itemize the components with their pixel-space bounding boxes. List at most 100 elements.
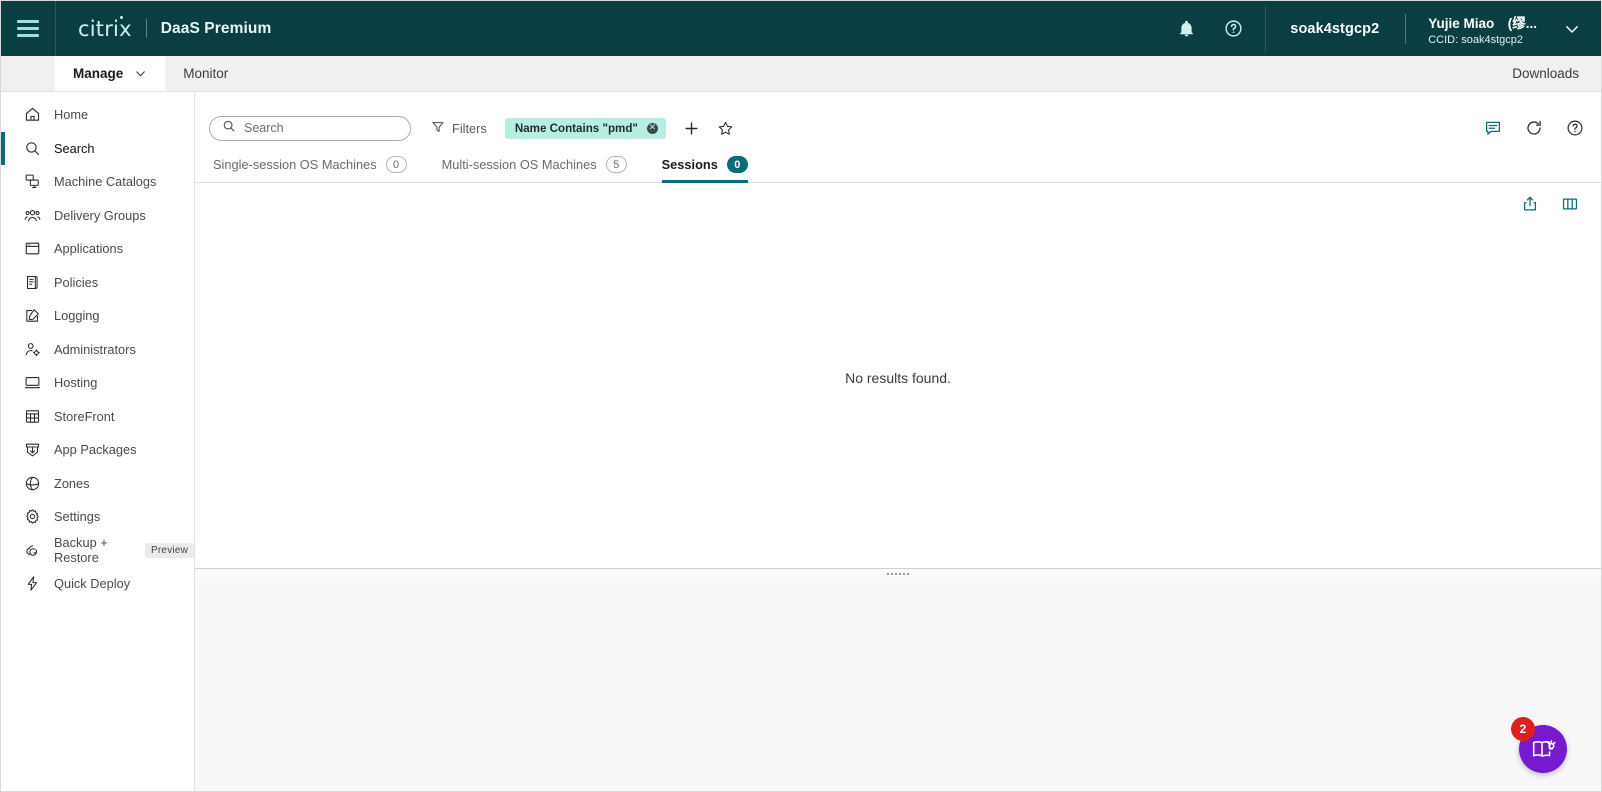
app-packages-icon [23, 441, 41, 459]
main-content: Filters Name Contains "pmd" ✕ [195, 92, 1601, 791]
quick-deploy-bolt-icon [23, 575, 41, 593]
home-icon [23, 106, 41, 124]
brand-divider [145, 19, 147, 38]
policies-icon [23, 273, 41, 291]
zones-icon [23, 474, 41, 492]
nav-tab-manage-label: Manage [73, 66, 124, 81]
citrix-daas-app: citrix DaaS Premium soak4stgcp2 Yujie Mi… [0, 0, 1602, 792]
sidebar-item-storefront[interactable]: StoreFront [1, 400, 194, 434]
sidebar-item-label: Hosting [54, 375, 98, 391]
user-account-block[interactable]: Yujie Miao (缪... CCID: soak4stgcp2 [1406, 12, 1537, 46]
sidebar-item-settings[interactable]: Settings [1, 500, 194, 534]
sidebar-item-label: Home [54, 107, 89, 123]
citrix-logo[interactable]: citrix [78, 15, 132, 41]
downloads-link[interactable]: Downloads [1490, 56, 1601, 91]
sidebar-item-label: Applications [54, 241, 124, 257]
user-ccid: CCID: soak4stgcp2 [1428, 33, 1523, 46]
export-upload-icon[interactable] [1521, 195, 1539, 213]
tab-label: Multi-session OS Machines [441, 157, 597, 172]
backup-restore-icon [23, 541, 41, 559]
search-input[interactable] [244, 121, 405, 135]
sidebar-item-logging[interactable]: Logging [1, 299, 194, 333]
plus-icon[interactable] [683, 120, 700, 137]
filter-chip-name-contains[interactable]: Name Contains "pmd" ✕ [504, 117, 666, 139]
search-icon [222, 119, 236, 138]
settings-gear-icon [23, 508, 41, 526]
fab-notification-badge: 2 [1511, 717, 1535, 741]
sidebar-item-applications[interactable]: Applications [1, 232, 194, 266]
help-circle-icon[interactable] [1224, 19, 1243, 38]
sidebar-item-machine-catalogs[interactable]: Machine Catalogs [1, 165, 194, 199]
sidebar-item-delivery-groups[interactable]: Delivery Groups [1, 199, 194, 233]
sidebar-item-policies[interactable]: Policies [1, 266, 194, 300]
citrix-logo-text: citrix [78, 16, 132, 41]
app-body: Home Search Machine Catalogs Delivery Gr… [1, 92, 1601, 791]
sidebar-item-label: Zones [54, 475, 90, 491]
primary-nav-bar: Manage Monitor Downloads [1, 56, 1601, 92]
sidebar-item-backup-restore[interactable]: Backup + Restore Preview [1, 534, 194, 568]
sidebar-item-label: Quick Deploy [54, 576, 131, 592]
hamburger-menu-icon[interactable] [1, 1, 55, 56]
chevron-down-icon[interactable] [134, 67, 147, 80]
sidebar-item-hosting[interactable]: Hosting [1, 366, 194, 400]
sidebar-item-label: Delivery Groups [54, 207, 146, 223]
filters-label: Filters [452, 120, 487, 136]
tab-count-badge: 0 [385, 156, 407, 173]
result-type-tabs: Single-session OS Machines 0 Multi-sessi… [195, 147, 1601, 183]
hosting-icon [23, 374, 41, 392]
customer-name[interactable]: soak4stgcp2 [1266, 21, 1405, 37]
sidebar-item-app-packages[interactable]: App Packages [1, 433, 194, 467]
detail-pane [195, 580, 1601, 791]
columns-layout-icon[interactable] [1561, 195, 1579, 213]
sidebar-item-quick-deploy[interactable]: Quick Deploy [1, 567, 194, 601]
search-icon [23, 139, 41, 157]
guide-fab-wrapper: 2 [1511, 717, 1567, 773]
tab-label: Sessions [661, 157, 718, 172]
sidebar-item-zones[interactable]: Zones [1, 467, 194, 501]
sidebar-item-label: Backup + Restore [54, 535, 108, 566]
pane-splitter[interactable] [195, 568, 1601, 580]
close-circle-icon[interactable]: ✕ [646, 122, 658, 134]
sidebar-item-search[interactable]: Search [1, 131, 194, 166]
sidebar: Home Search Machine Catalogs Delivery Gr… [1, 92, 195, 791]
filter-chip-label: Name Contains "pmd" [514, 121, 638, 135]
nav-tab-monitor[interactable]: Monitor [165, 56, 246, 91]
nav-tab-manage[interactable]: Manage [55, 56, 166, 91]
search-toolbar: Filters Name Contains "pmd" ✕ [195, 109, 1601, 147]
toolbar-right-icons [1484, 119, 1584, 137]
empty-results-message: No results found. [845, 369, 951, 386]
tab-multi-session-os-machines[interactable]: Multi-session OS Machines 5 [442, 156, 627, 182]
tab-single-session-os-machines[interactable]: Single-session OS Machines 0 [213, 156, 407, 182]
chevron-down-icon[interactable] [1537, 20, 1601, 38]
bell-icon[interactable] [1177, 19, 1196, 38]
citrix-logo-dot [119, 15, 123, 19]
sidebar-item-label: Settings [54, 509, 101, 525]
filters-button[interactable]: Filters [431, 120, 487, 137]
sidebar-item-home[interactable]: Home [1, 98, 194, 132]
tab-sessions[interactable]: Sessions 0 [661, 156, 749, 183]
star-outline-icon[interactable] [717, 120, 734, 137]
tab-count-badge: 0 [726, 156, 748, 173]
preview-badge: Preview [145, 542, 194, 558]
help-circle-icon[interactable] [1566, 119, 1584, 137]
sidebar-item-label: Administrators [54, 341, 136, 357]
top-header: citrix DaaS Premium soak4stgcp2 Yujie Mi… [1, 1, 1601, 56]
funnel-icon [431, 120, 445, 137]
sidebar-item-label: Machine Catalogs [54, 174, 157, 190]
sidebar-item-administrators[interactable]: Administrators [1, 333, 194, 367]
nav-tab-monitor-label: Monitor [183, 66, 229, 81]
search-input-wrapper[interactable] [209, 115, 411, 141]
drag-handle-dots-icon [887, 573, 909, 575]
administrators-icon [23, 340, 41, 358]
sidebar-item-label: Search [54, 140, 95, 156]
tab-count-badge: 5 [605, 156, 627, 173]
sidebar-item-label: Logging [54, 308, 100, 324]
header-icon-group [1177, 19, 1265, 38]
tab-label: Single-session OS Machines [213, 157, 377, 172]
feedback-chat-icon[interactable] [1484, 119, 1502, 137]
storefront-icon [23, 407, 41, 425]
product-name: DaaS Premium [160, 19, 272, 37]
refresh-icon[interactable] [1525, 119, 1543, 137]
results-actions [195, 183, 1601, 217]
